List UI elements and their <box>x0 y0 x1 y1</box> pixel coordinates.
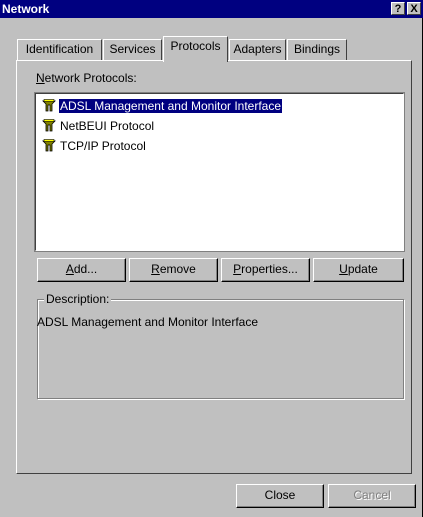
tab-bindings[interactable]: Bindings <box>287 39 347 60</box>
list-item[interactable]: TCP/IP Protocol <box>41 137 147 153</box>
description-title: Description: <box>44 292 112 306</box>
add-button[interactable]: Add... <box>37 258 126 282</box>
list-item-label: NetBEUI Protocol <box>60 118 155 133</box>
tab-label: Identification <box>25 42 94 56</box>
properties-button[interactable]: Properties... <box>221 258 310 282</box>
tab-label: Adapters <box>233 42 282 56</box>
network-protocol-icon <box>41 139 57 153</box>
tab-adapters[interactable]: Adapters <box>229 39 286 60</box>
close-icon[interactable]: X <box>407 2 421 15</box>
description-text: ADSL Management and Monitor Interface <box>37 315 259 329</box>
remove-button[interactable]: Remove <box>129 258 218 282</box>
help-button[interactable]: ? <box>391 2 405 15</box>
tab-services[interactable]: Services <box>103 39 162 60</box>
network-protocols-label: Network Protocols: <box>36 71 137 85</box>
list-item-label: TCP/IP Protocol <box>60 138 146 153</box>
window-title: Network <box>2 2 50 16</box>
update-button[interactable]: Update <box>313 258 404 282</box>
network-protocol-icon <box>41 119 57 133</box>
cancel-button[interactable]: Cancel <box>328 484 416 508</box>
tab-identification[interactable]: Identification <box>17 39 102 60</box>
list-item[interactable]: NetBEUI Protocol <box>41 117 155 133</box>
network-dialog: Network ? X Identification Services Prot… <box>0 0 423 517</box>
tab-label: Bindings <box>293 42 341 56</box>
network-protocol-icon <box>41 99 57 113</box>
list-item-label: ADSL Management and Monitor Interface <box>57 97 284 114</box>
protocols-listbox[interactable]: ADSL Management and Monitor Interface Ne… <box>34 92 405 252</box>
close-button[interactable]: Close <box>236 484 324 508</box>
list-item[interactable]: ADSL Management and Monitor Interface <box>41 97 284 114</box>
title-bar[interactable]: Network ? X <box>0 0 423 18</box>
description-group <box>37 299 404 399</box>
tab-label: Protocols <box>170 39 221 53</box>
tab-protocols[interactable]: Protocols <box>163 36 228 62</box>
tab-label: Services <box>109 42 156 56</box>
